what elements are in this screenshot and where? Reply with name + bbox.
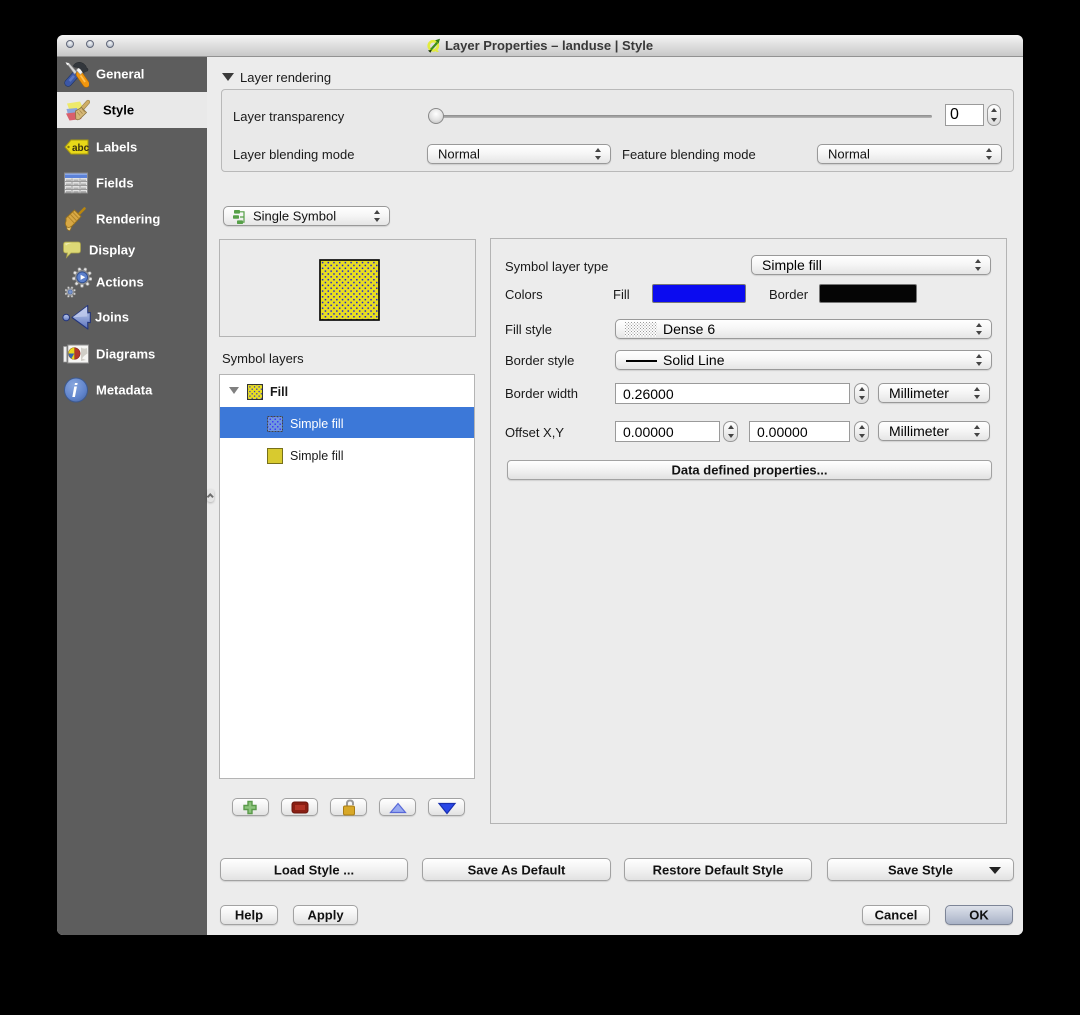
svg-text:abc: abc <box>72 143 89 154</box>
svg-text:i: i <box>72 381 78 402</box>
